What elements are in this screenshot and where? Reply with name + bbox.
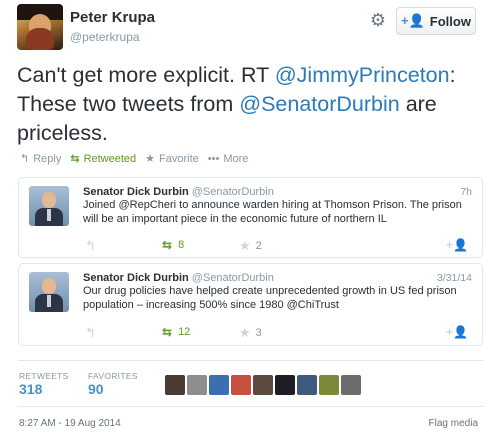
- gear-icon[interactable]: ⚙: [368, 10, 388, 30]
- embedded-avatar[interactable]: [29, 186, 69, 226]
- retweeter-avatar[interactable]: [275, 375, 295, 395]
- follow-button[interactable]: +👤 Follow: [396, 7, 476, 35]
- reply-label: Reply: [33, 152, 62, 165]
- retweets-stat[interactable]: RETWEETS 318: [19, 371, 69, 397]
- retweeter-avatars: [165, 375, 361, 395]
- embedded-retweet-count: 8: [178, 239, 185, 251]
- embedded-timestamp[interactable]: 3/31/14: [437, 272, 472, 284]
- add-user-icon: +👤: [401, 13, 425, 28]
- embedded-author-name: Senator Dick Durbin: [83, 272, 189, 284]
- retweeter-avatar[interactable]: [297, 375, 317, 395]
- retweet-icon: ⇆: [162, 325, 173, 339]
- follow-user-icon[interactable]: +👤: [446, 325, 468, 339]
- embedded-favorite-action[interactable]: ★ 2: [239, 238, 262, 254]
- retweet-icon: ⇆: [162, 238, 173, 252]
- reply-icon: ↰: [20, 153, 30, 165]
- retweeter-avatar[interactable]: [341, 375, 361, 395]
- embedded-avatar[interactable]: [29, 272, 69, 312]
- tweet-text: Can't get more explicit. RT @JimmyPrince…: [17, 61, 487, 148]
- embedded-favorite-action[interactable]: ★ 3: [239, 325, 262, 341]
- tweet-actions: ↰ Reply ⇆ Retweeted ★ Favorite ••• More: [20, 152, 249, 166]
- retweeter-avatar[interactable]: [231, 375, 251, 395]
- embedded-timestamp[interactable]: 7h: [460, 186, 472, 198]
- more-action[interactable]: ••• More: [208, 153, 249, 165]
- retweeter-avatar[interactable]: [253, 375, 273, 395]
- retweets-count: 318: [19, 381, 43, 397]
- follow-label: Follow: [429, 13, 471, 29]
- tweet-text-part: Can't get more explicit. RT: [17, 63, 275, 87]
- retweeter-avatar[interactable]: [209, 375, 229, 395]
- retweeter-avatar[interactable]: [319, 375, 339, 395]
- favorites-count: 90: [88, 381, 104, 397]
- embedded-retweet-count: 12: [178, 326, 191, 338]
- embedded-retweet-action[interactable]: ⇆ 12: [162, 325, 190, 339]
- more-dots-icon: •••: [207, 152, 220, 165]
- retweeter-avatar[interactable]: [165, 375, 185, 395]
- embedded-favorite-count: 3: [255, 327, 262, 339]
- embedded-text: Our drug policies have helped create unp…: [83, 285, 457, 311]
- reply-icon[interactable]: ↰: [85, 238, 96, 254]
- embedded-author[interactable]: Senator Dick Durbin @SenatorDurbin: [83, 186, 274, 198]
- favorite-label: Favorite: [159, 152, 199, 165]
- favorite-action[interactable]: ★ Favorite: [145, 152, 199, 166]
- retweet-icon: ⇆: [70, 153, 80, 165]
- retweeted-label: Retweeted: [83, 152, 137, 165]
- embedded-author[interactable]: Senator Dick Durbin @SenatorDurbin: [83, 272, 274, 284]
- embedded-retweet-action[interactable]: ⇆ 8: [162, 238, 184, 252]
- retweet-action[interactable]: ⇆ Retweeted: [70, 152, 137, 166]
- display-name[interactable]: Peter Krupa: [70, 9, 155, 26]
- embedded-author-name: Senator Dick Durbin: [83, 186, 189, 198]
- follow-user-icon[interactable]: +👤: [446, 238, 468, 252]
- star-icon: ★: [239, 325, 251, 340]
- embedded-text: Joined @RepCheri to announce warden hiri…: [83, 199, 462, 225]
- reply-action[interactable]: ↰ Reply: [20, 152, 62, 166]
- flag-media-link[interactable]: Flag media: [429, 418, 478, 429]
- divider: [18, 406, 483, 407]
- more-label: More: [223, 152, 249, 165]
- retweeter-avatar[interactable]: [187, 375, 207, 395]
- favorites-stat[interactable]: FAVORITES 90: [88, 371, 138, 397]
- user-avatar[interactable]: [17, 4, 63, 50]
- reply-icon[interactable]: ↰: [85, 325, 96, 341]
- favorites-label: FAVORITES: [88, 371, 138, 381]
- divider: [18, 360, 483, 361]
- retweets-label: RETWEETS: [19, 371, 69, 381]
- tweet-timestamp[interactable]: 8:27 AM - 19 Aug 2014: [19, 418, 121, 429]
- user-handle[interactable]: @peterkrupa: [70, 30, 140, 44]
- mention-link[interactable]: @JimmyPrinceton: [275, 63, 450, 87]
- embedded-favorite-count: 2: [255, 240, 262, 252]
- mention-link[interactable]: @SenatorDurbin: [239, 92, 399, 116]
- embedded-tweet[interactable]: Senator Dick Durbin @SenatorDurbin 3/31/1…: [18, 263, 483, 346]
- embedded-tweet[interactable]: Senator Dick Durbin @SenatorDurbin 7h Joi…: [18, 177, 483, 258]
- star-icon: ★: [239, 238, 251, 253]
- star-icon: ★: [145, 153, 156, 165]
- embedded-author-handle: @SenatorDurbin: [191, 186, 274, 198]
- embedded-author-handle: @SenatorDurbin: [191, 272, 274, 284]
